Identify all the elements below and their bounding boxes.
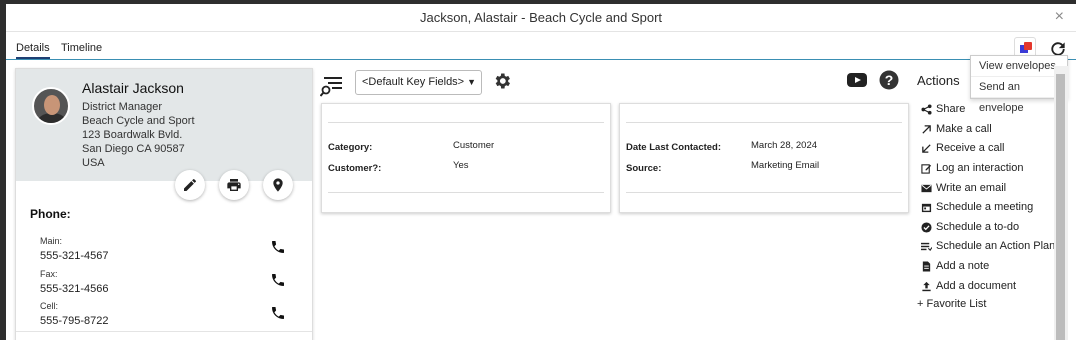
contact-city: San Diego CA 90587 [82, 143, 185, 155]
contact-street: 123 Boardwalk Bvld. [82, 129, 183, 141]
action-label: Add a document [936, 280, 1017, 292]
action-label: Share [936, 103, 966, 115]
phone-cell-label: Cell: [40, 301, 59, 311]
tab-timeline[interactable]: Timeline [61, 42, 102, 54]
calendar-icon [921, 203, 932, 213]
action-label: Schedule a to-do [936, 221, 1020, 233]
key-fields-panel-left: Category: Customer Customer?: Yes [321, 103, 611, 213]
action-label: Schedule an Action Plan [936, 240, 1056, 252]
favorite-list-link[interactable]: + Favorite List [917, 298, 986, 310]
phone-fax-label: Fax: [40, 269, 58, 279]
map-button[interactable] [263, 170, 293, 200]
arrow-down-left-icon [922, 144, 931, 153]
call-cell-icon[interactable] [270, 305, 286, 321]
field-value: Yes [453, 160, 469, 171]
mail-icon [921, 184, 932, 193]
call-main-icon[interactable] [270, 239, 286, 255]
key-fields-search-icon[interactable] [320, 76, 344, 98]
gear-icon[interactable] [492, 71, 512, 91]
edit-icon [921, 164, 932, 174]
dialog-titlebar: Jackson, Alastair - Beach Cycle and Spor… [6, 4, 1076, 32]
field-value: March 28, 2024 [751, 140, 818, 151]
field-value: Marketing Email [751, 160, 820, 171]
contact-dialog: Jackson, Alastair - Beach Cycle and Spor… [6, 4, 1076, 340]
dialog-title: Jackson, Alastair - Beach Cycle and Spor… [419, 10, 663, 25]
contact-country: USA [82, 157, 105, 169]
map-pin-icon [273, 178, 283, 192]
action-label: Make a call [936, 123, 992, 135]
contact-name: Alastair Jackson [82, 80, 184, 96]
contact-card: Alastair Jackson District Manager Beach … [15, 68, 313, 340]
action-label: Write an email [936, 182, 1007, 194]
phone-main-label: Main: [40, 236, 63, 246]
key-fields-selected: <Default Key Fields> [362, 76, 465, 88]
pencil-icon [184, 178, 196, 191]
share-icon [921, 104, 932, 115]
contact-card-header: Alastair Jackson District Manager Beach … [16, 69, 312, 181]
phone-heading: Phone: [30, 207, 71, 221]
key-fields-panel-right: Date Last Contacted: March 28, 2024 Sour… [619, 103, 909, 213]
field-value: Customer [453, 140, 495, 151]
youtube-icon[interactable] [847, 72, 867, 88]
contact-company: Beach Cycle and Sport [82, 115, 195, 127]
call-fax-icon[interactable] [270, 272, 286, 288]
contact-title: District Manager [82, 101, 163, 113]
view-envelopes-item[interactable]: View envelopes [971, 56, 1067, 77]
note-icon [922, 261, 931, 272]
print-button[interactable] [219, 170, 249, 200]
action-label: Add a note [936, 260, 990, 272]
phone-cell-number: 555-795-8722 [40, 315, 109, 327]
avatar [32, 87, 70, 125]
field-label: Date Last Contacted: [626, 142, 722, 153]
phone-fax-number: 555-321-4566 [40, 283, 109, 295]
send-envelope-item[interactable]: Send an envelope [971, 77, 1067, 114]
action-label: Schedule a meeting [936, 201, 1034, 213]
action-label: Log an interaction [936, 162, 1024, 174]
field-label: Source: [626, 163, 662, 174]
chevron-down-icon: ▼ [467, 77, 476, 87]
edit-contact-button[interactable] [175, 170, 205, 200]
scrollbar-thumb[interactable] [1056, 74, 1065, 340]
check-circle-icon [921, 222, 932, 233]
tab-bar: Details Timeline [6, 34, 1076, 60]
key-fields-select[interactable]: <Default Key Fields> ▼ [355, 70, 482, 95]
tab-details[interactable]: Details [16, 42, 50, 59]
close-button[interactable]: × [1055, 8, 1064, 26]
field-label: Customer?: [328, 163, 382, 174]
phone-main-number: 555-321-4567 [40, 250, 109, 262]
help-icon[interactable]: ? [879, 70, 899, 90]
action-label: Receive a call [936, 142, 1005, 154]
arrow-up-right-icon [922, 125, 931, 134]
actions-heading: Actions [917, 73, 960, 88]
printer-icon [227, 179, 241, 191]
field-label: Category: [328, 142, 373, 153]
upload-icon [922, 281, 931, 292]
svg-text:?: ? [885, 72, 894, 88]
list-icon [921, 242, 932, 252]
